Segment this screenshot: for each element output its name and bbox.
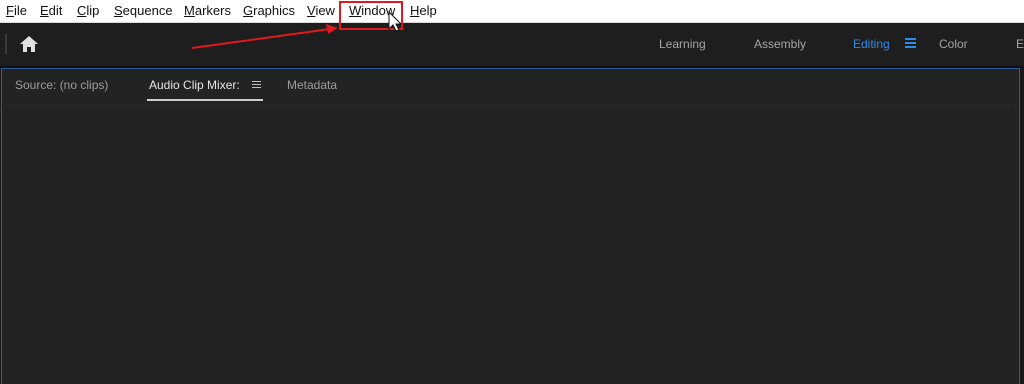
menu-help[interactable]: Help [410,3,437,19]
menu-graphics-mnemonic: G [243,3,254,18]
source-panel: Source: (no clips) Audio Clip Mixer: Met… [1,68,1020,384]
menu-edit[interactable]: Edit [40,3,62,19]
menu-edit-label: dit [48,3,63,18]
workspace-menu-icon[interactable] [905,38,916,48]
menu-clip-label: lip [86,3,100,18]
menu-file[interactable]: File [6,3,27,19]
workspace-tab-editing[interactable]: Editing [853,37,890,51]
menu-clip[interactable]: Clip [77,3,99,19]
menu-help-mnemonic: H [410,3,420,18]
menu-bar: File Edit Clip Sequence Markers Graphics… [0,0,1024,23]
menu-help-label: elp [419,3,437,18]
menu-sequence-mnemonic: S [114,3,123,18]
right-gutter [1020,68,1024,384]
menu-graphics-label: raphics [253,3,296,18]
menu-clip-mnemonic: C [77,3,87,18]
active-tab-indicator [147,99,263,101]
menu-markers-label: arkers [194,3,231,18]
home-icon [20,36,38,52]
workspace-tab-overflow[interactable]: E [1016,37,1024,51]
menu-file-label: ile [13,3,27,18]
workspace-tab-learning[interactable]: Learning [659,37,706,51]
home-button[interactable] [17,33,41,55]
menu-markers[interactable]: Markers [184,3,231,19]
panel-tab-metadata[interactable]: Metadata [287,78,337,92]
menu-sequence-label: equence [122,3,173,18]
menu-edit-mnemonic: E [40,3,49,18]
menu-file-mnemonic: F [6,3,14,18]
panel-content-area [6,106,1018,384]
workspace-tab-assembly[interactable]: Assembly [754,37,806,51]
menu-view[interactable]: View [307,3,335,19]
highlight-box [339,1,403,30]
menu-view-label: iew [315,3,335,18]
panel-tab-bar: Source: (no clips) Audio Clip Mixer: Met… [2,69,1019,105]
panel-menu-icon[interactable] [252,81,261,89]
menu-graphics[interactable]: Graphics [243,3,295,19]
menu-markers-mnemonic: M [184,3,195,18]
workspace-tab-color[interactable]: Color [939,37,968,51]
panel-tab-source[interactable]: Source: (no clips) [15,78,108,92]
workspace-bar: Learning Assembly Editing Color E [0,23,1024,66]
panel-tab-audio-clip-mixer[interactable]: Audio Clip Mixer: [149,78,240,92]
menu-sequence[interactable]: Sequence [114,3,173,19]
workspace-grip[interactable] [5,34,7,54]
